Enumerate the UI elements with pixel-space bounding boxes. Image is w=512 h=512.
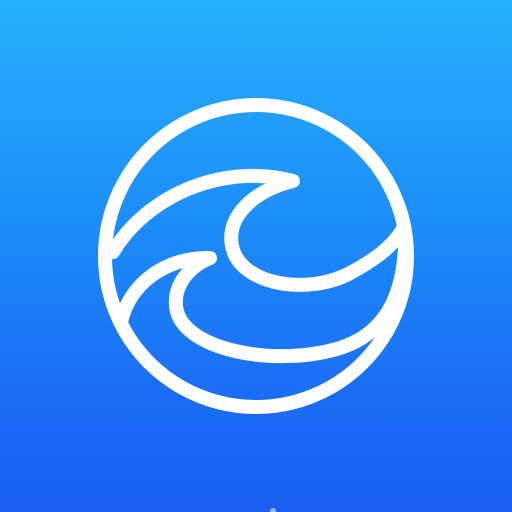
home-indicator-notch (270, 508, 276, 512)
app-icon[interactable] (0, 0, 512, 512)
outer-ring (98, 98, 414, 414)
wave-in-circle-icon (98, 98, 414, 414)
